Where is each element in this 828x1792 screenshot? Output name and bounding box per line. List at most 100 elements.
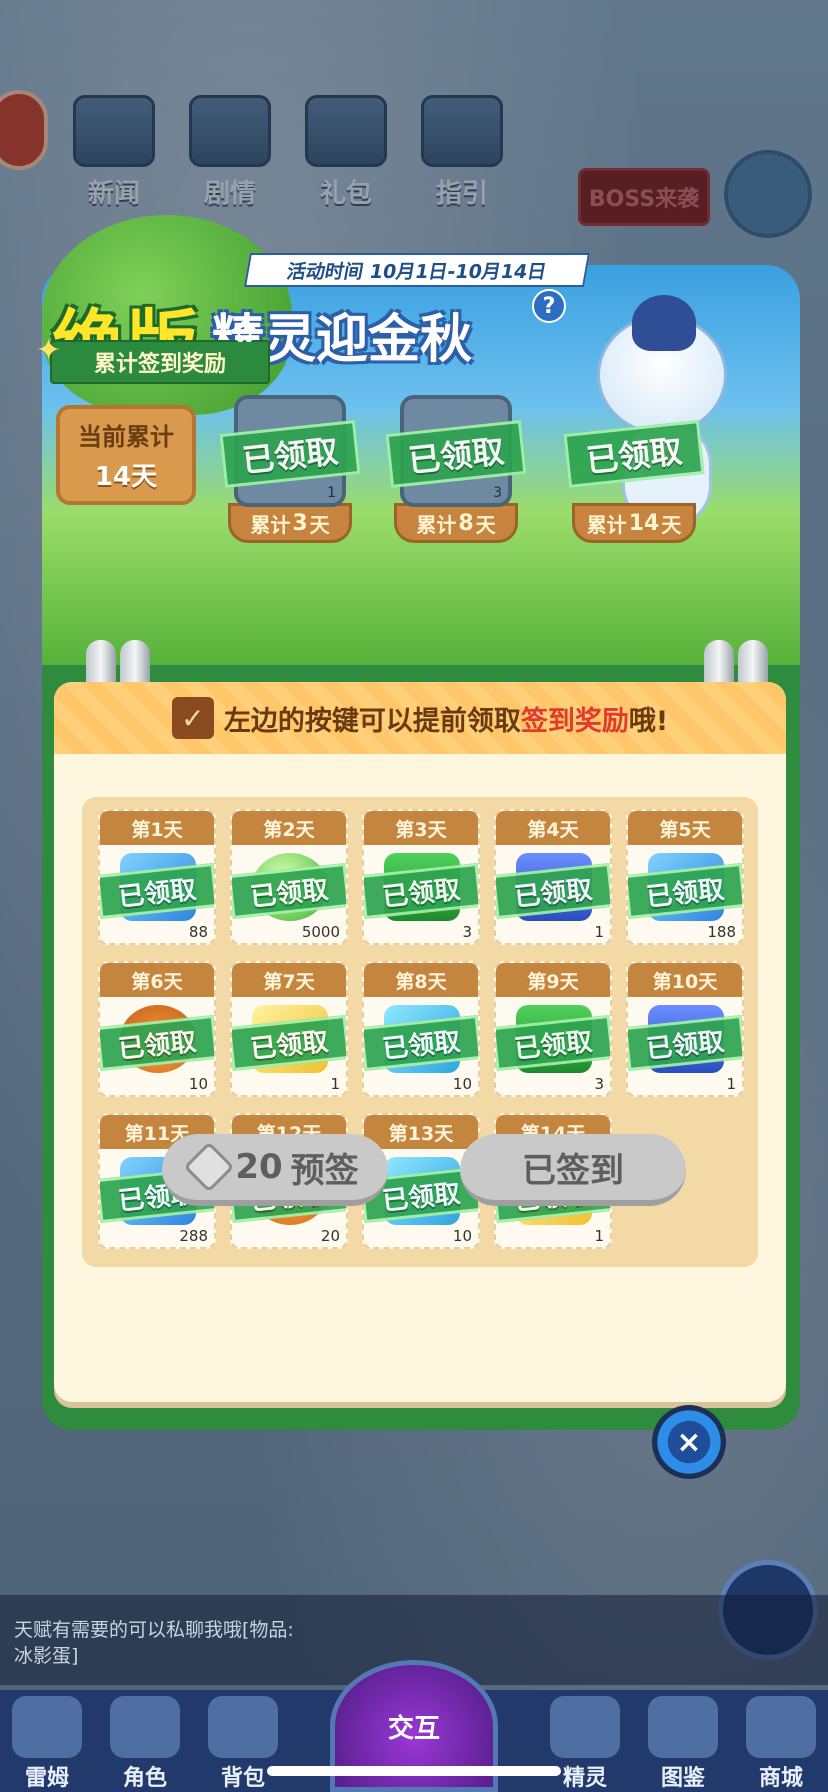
bottom-tab-shop[interactable]: 商城 — [736, 1690, 826, 1791]
day-reward-cell[interactable]: 第9天已领取 3 — [494, 961, 612, 1097]
claimed-stamp: 已领取 — [628, 862, 742, 920]
tab-label: 雷姆 — [24, 1766, 69, 1791]
milestone-suffix: 天 — [475, 512, 496, 537]
day-reward-cell[interactable]: 第4天已领取 1 — [494, 809, 612, 945]
day-label: 第13天 — [364, 1115, 478, 1149]
sparkle-icon: ✦ — [36, 333, 62, 368]
reward-count: 1 — [330, 1075, 340, 1093]
day-reward-cell[interactable]: 第1天已领取 88 — [98, 809, 216, 945]
claimed-stamp: 已领取 — [496, 1014, 610, 1072]
milestone-prefix: 累计 — [586, 512, 627, 537]
claimed-stamp: 已领取 — [364, 862, 478, 920]
milestone-suffix: 天 — [661, 512, 682, 537]
day-reward-cell[interactable]: 第2天已领取 5000 — [230, 809, 348, 945]
tab-label: 图鉴 — [660, 1766, 705, 1791]
claimed-stamp: 已领取 — [232, 862, 346, 920]
chat-line: 天赋有需要的可以私聊我哦[物品: — [14, 1619, 294, 1641]
bottom-tab-atlas[interactable]: 图鉴 — [638, 1690, 728, 1791]
presign-label: 预签 — [290, 1150, 359, 1191]
day-label: 第9天 — [496, 963, 610, 997]
claimed-stamp: 已领取 — [364, 1014, 478, 1072]
bag-icon — [208, 1696, 278, 1758]
claimed-stamp: 已领取 — [232, 1014, 346, 1072]
reward-count: 1 — [726, 1075, 736, 1093]
reward-count: 20 — [320, 1227, 340, 1245]
day-label: 第3天 — [364, 811, 478, 845]
milestone-reward[interactable]: 已领取 累计 14 天 — [563, 395, 705, 543]
presign-cost: 20 — [235, 1147, 283, 1187]
day-label: 第8天 — [364, 963, 478, 997]
reward-count: 3 — [462, 923, 472, 941]
day-label: 第5天 — [628, 811, 742, 845]
claimed-stamp: 已领取 — [100, 1014, 214, 1072]
day-reward-cell[interactable]: 第3天已领取 3 — [362, 809, 480, 945]
day-reward-cell[interactable]: 第8天已领取 10 — [362, 961, 480, 1097]
milestone-reward[interactable]: 3 已领取 累计 8 天 — [385, 395, 527, 543]
milestone-days: 3 — [292, 510, 308, 536]
reward-count: 88 — [188, 923, 208, 941]
calendar-check-icon: ✓ — [171, 697, 214, 739]
claimed-stamp: 已领取 — [496, 862, 610, 920]
reward-count: 3 — [594, 1075, 604, 1093]
role-icon — [110, 1696, 180, 1758]
event-period: 活动时间 10月1日-10月14日 — [244, 253, 590, 287]
milestone-reward[interactable]: 1 已领取 累计 3 天 — [219, 395, 361, 543]
day-reward-cell[interactable]: 第6天已领取 10 — [98, 961, 216, 1097]
milestone-suffix: 天 — [309, 512, 330, 537]
claimed-stamp: 已领取 — [100, 862, 214, 920]
total-value: 14天 — [94, 462, 158, 492]
reward-count: 5000 — [301, 923, 340, 941]
signed-button[interactable]: 已签到 — [460, 1134, 686, 1206]
milestone-days: 8 — [458, 510, 474, 536]
reward-count: 10 — [188, 1075, 208, 1093]
reward-count: 1 — [594, 1227, 604, 1245]
tab-label: 角色 — [122, 1766, 167, 1791]
tab-label: 商城 — [758, 1766, 803, 1791]
shop-icon — [746, 1696, 816, 1758]
event-banner: 活动时间 10月1日-10月14日 绝版 精灵迎金秋 ? 累计签到奖励 ✦ ✿ … — [36, 215, 800, 665]
signed-label: 已签到 — [522, 1150, 624, 1191]
milestone-prefix: 累计 — [250, 512, 291, 537]
tip-text: 左边的按键可以提前领取签到奖励哦! — [224, 699, 668, 738]
flower-icon: ✿ — [232, 315, 258, 350]
tab-label: 精灵 — [562, 1766, 607, 1791]
milestone-label: 累计 14 天 — [572, 503, 696, 543]
milestone-label: 累计 8 天 — [394, 503, 518, 543]
day-label: 第7天 — [232, 963, 346, 997]
milestone-count: 3 — [493, 485, 502, 501]
day-label: 第10天 — [628, 963, 742, 997]
milestone-prefix: 累计 — [416, 512, 457, 537]
day-reward-cell[interactable]: 第10天已领取 1 — [626, 961, 744, 1097]
claimed-stamp: 已领取 — [628, 1014, 742, 1072]
reward-count: 10 — [452, 1075, 472, 1093]
diamond-icon — [183, 1141, 235, 1193]
day-reward-cell[interactable]: 第5天已领取 188 — [626, 809, 744, 945]
bottom-tab-leimu[interactable]: 雷姆 — [2, 1690, 92, 1791]
leimu-icon — [12, 1696, 82, 1758]
tab-label: 背包 — [220, 1766, 265, 1791]
tip-header: ✓ 左边的按键可以提前领取签到奖励哦! — [54, 682, 786, 754]
total-label: 当前累计 — [78, 423, 174, 451]
help-icon[interactable]: ? — [532, 289, 566, 323]
presign-button[interactable]: 20 预签 — [162, 1134, 388, 1206]
reward-count: 288 — [179, 1227, 208, 1245]
sign-in-notebook: ✓ 左边的按键可以提前领取签到奖励哦! 第1天 已领取 88 第2天 已领取 5000 第3… — [54, 682, 786, 1402]
reward-count: 188 — [707, 923, 736, 941]
day-label: 第4天 — [496, 811, 610, 845]
tip-part: 哦! — [628, 705, 669, 737]
day-label: 第6天 — [100, 963, 214, 997]
day-label: 第1天 — [100, 811, 214, 845]
milestone-label: 累计 3 天 — [228, 503, 352, 543]
day-label: 第2天 — [232, 811, 346, 845]
close-icon[interactable]: × — [652, 1405, 726, 1479]
mascot-cap — [632, 295, 696, 351]
reward-count: 10 — [452, 1227, 472, 1245]
reward-count: 1 — [594, 923, 604, 941]
milestone-days: 14 — [628, 510, 660, 536]
bottom-tab-role[interactable]: 角色 — [100, 1690, 190, 1791]
home-indicator[interactable] — [267, 1766, 561, 1776]
current-total-card: 当前累计 14天 — [56, 405, 196, 505]
atlas-icon — [648, 1696, 718, 1758]
spirit-icon — [550, 1696, 620, 1758]
day-reward-cell[interactable]: 第7天已领取 1 — [230, 961, 348, 1097]
